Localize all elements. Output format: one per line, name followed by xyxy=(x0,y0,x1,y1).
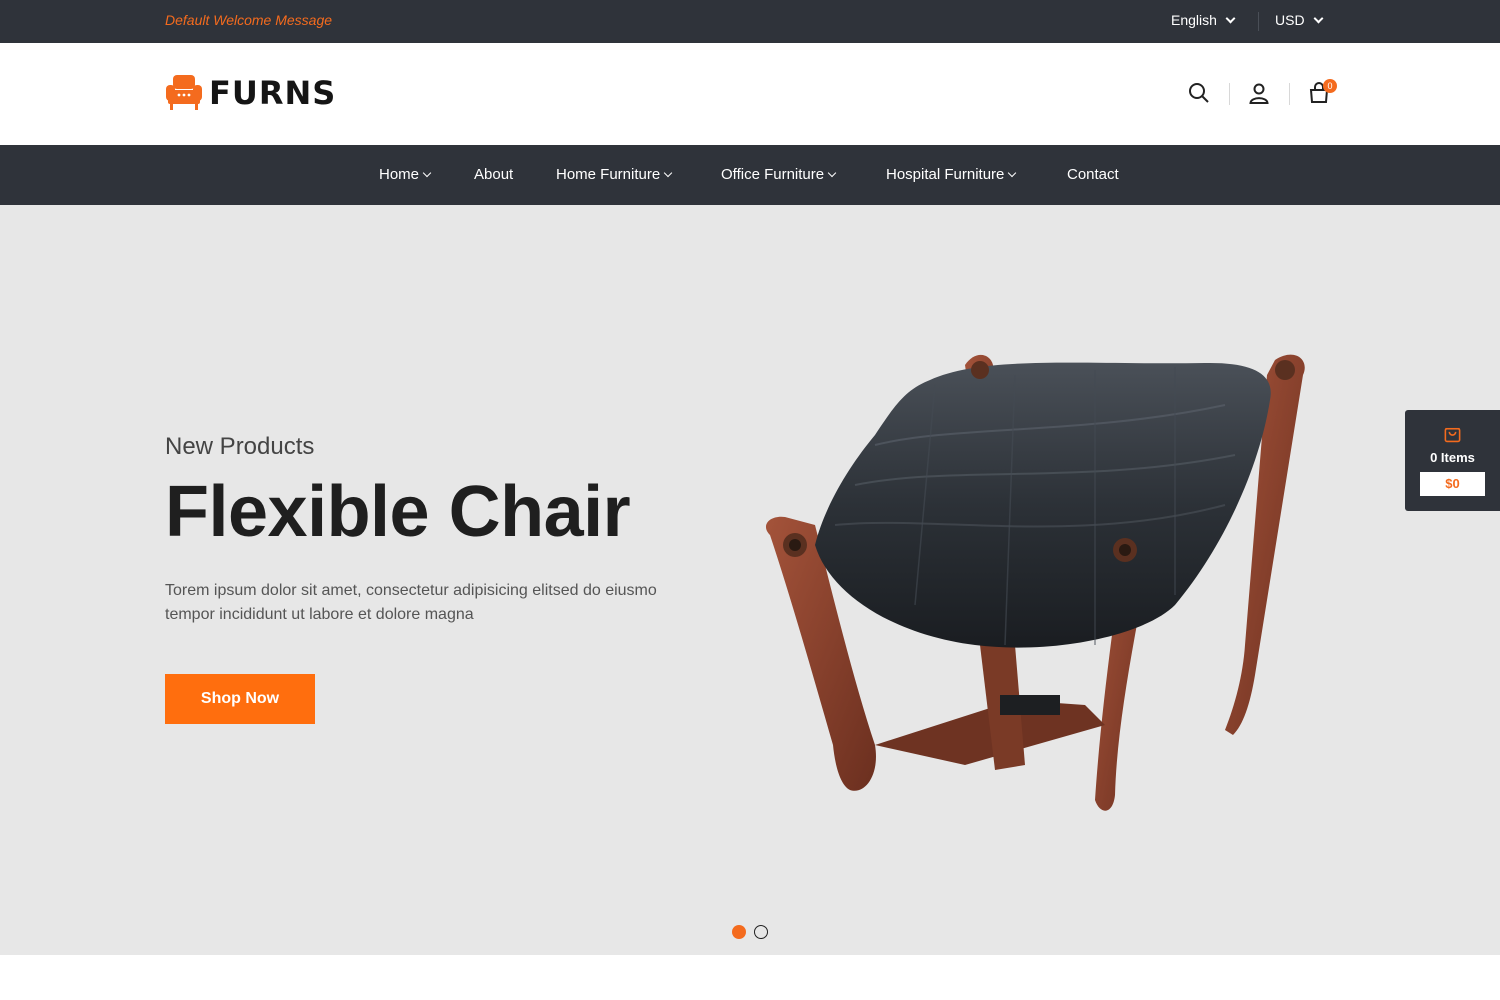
nav-item-label: Office Furniture xyxy=(721,166,825,183)
currency-label: USD xyxy=(1275,12,1305,28)
cart-items-count: 0 Items xyxy=(1430,450,1475,465)
logo[interactable]: FURNS xyxy=(165,73,336,113)
currency-selector[interactable]: USD xyxy=(1275,12,1324,28)
nav-item-about[interactable]: About xyxy=(474,166,513,183)
chevron-down-icon xyxy=(663,168,673,177)
nav-item-contact[interactable]: Contact xyxy=(1067,166,1119,183)
nav-item-label: Hospital Furniture xyxy=(886,166,1005,183)
cart-total: $0 xyxy=(1420,472,1485,496)
nav-item-label: About xyxy=(474,166,514,183)
floating-cart[interactable]: 0 Items $0 xyxy=(1405,410,1500,511)
cart-count-badge: 0 xyxy=(1323,79,1337,93)
shopping-bag-icon xyxy=(1444,427,1461,443)
language-label: English xyxy=(1171,12,1217,28)
divider xyxy=(1258,12,1259,31)
search-icon[interactable] xyxy=(1187,81,1211,105)
divider xyxy=(1229,83,1230,105)
hero-title: Flexible Chair xyxy=(165,472,631,552)
nav-item-hospital-furniture[interactable]: Hospital Furniture xyxy=(886,166,1017,183)
divider xyxy=(1289,83,1290,105)
slider-dot-1[interactable] xyxy=(732,925,746,939)
logo-text: FURNS xyxy=(209,74,337,112)
welcome-message: Default Welcome Message xyxy=(165,12,333,28)
nav-item-label: Home Furniture xyxy=(556,166,661,183)
nav-item-home[interactable]: Home xyxy=(379,166,432,183)
chair-product-image xyxy=(765,354,1305,811)
nav-item-home-furniture[interactable]: Home Furniture xyxy=(556,166,673,183)
chevron-down-icon xyxy=(1225,13,1236,23)
chevron-down-icon xyxy=(1313,13,1324,23)
hero-description: Torem ipsum dolor sit amet, consectetur … xyxy=(165,582,657,623)
chevron-down-icon xyxy=(1008,168,1017,177)
chevron-down-icon xyxy=(827,168,837,177)
site-header: FURNS 0 xyxy=(0,43,1500,145)
top-bar: Default Welcome Message English USD xyxy=(0,0,1500,43)
main-nav: Home About Home Furniture Office Furnitu… xyxy=(0,145,1500,205)
slider-dot-2[interactable] xyxy=(754,925,768,939)
nav-item-office-furniture[interactable]: Office Furniture xyxy=(721,166,837,183)
language-selector[interactable]: English xyxy=(1171,12,1236,28)
hero-slider: New Products Flexible Chair Torem ipsum … xyxy=(0,205,1500,955)
chevron-down-icon xyxy=(422,168,432,177)
armchair-logo-icon xyxy=(166,75,202,110)
hero-subtitle: New Products xyxy=(165,433,315,460)
user-icon[interactable] xyxy=(1247,81,1271,105)
shop-now-button[interactable]: Shop Now xyxy=(165,674,315,724)
nav-item-label: Contact xyxy=(1067,166,1119,183)
nav-item-label: Home xyxy=(379,166,420,183)
